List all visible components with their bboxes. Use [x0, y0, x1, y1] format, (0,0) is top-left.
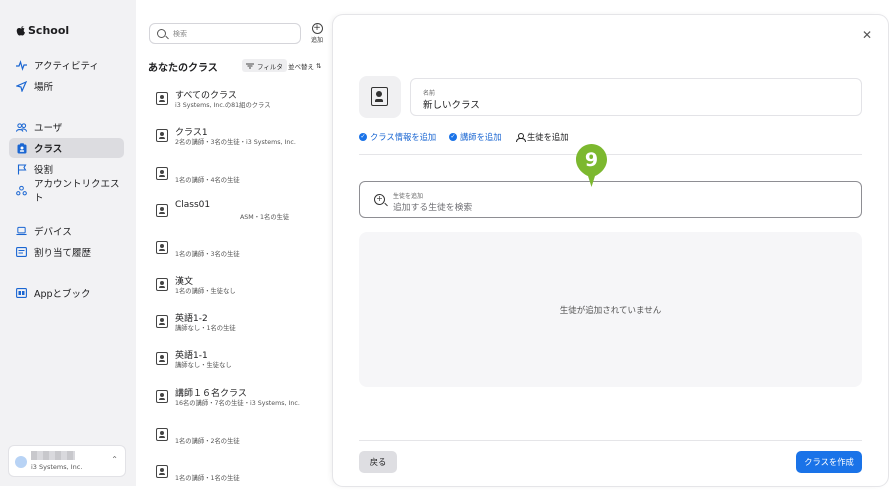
plus-circle-icon: +: [311, 23, 323, 34]
add-student-label: 生徒を追加: [393, 193, 424, 200]
class-icon: [156, 167, 168, 180]
add-student-placeholder: 追加する生徒を検索: [393, 203, 473, 213]
class-icon: [156, 129, 168, 142]
list-item-subtitle: 講師なし・1名の生徒: [175, 325, 236, 332]
class-icon: [371, 87, 388, 106]
class-icon: [16, 142, 27, 154]
account-switcher[interactable]: i3 Systems, Inc. ⌃: [8, 445, 126, 477]
list-item-subtitle: 1名の講師・1名の生徒: [175, 475, 240, 482]
add-student-search-input[interactable]: + 生徒を追加 追加する生徒を検索: [359, 181, 862, 218]
apple-logo-icon: [16, 26, 25, 36]
step-add-students[interactable]: 生徒を追加: [516, 131, 569, 143]
sidebar-item-label: Appとブック: [34, 289, 91, 300]
sidebar-item-devices[interactable]: デバイス: [9, 221, 124, 241]
search-icon: [157, 29, 166, 38]
sidebar-item-classes[interactable]: クラス: [9, 138, 124, 158]
app-logo: School: [16, 24, 69, 37]
sidebar-item-apps-books[interactable]: Appとブック: [9, 283, 124, 303]
sidebar-item-activity[interactable]: アクティビティ: [9, 55, 124, 75]
close-icon[interactable]: ✕: [862, 28, 872, 42]
step-label: 講師を追加: [460, 132, 502, 142]
class-name-value: 新しいクラス: [423, 100, 480, 111]
back-button[interactable]: 戻る: [359, 451, 397, 473]
sidebar-item-label: アカウントリクエスト: [34, 179, 120, 204]
users-icon: [16, 122, 27, 133]
list-item-subtitle: 1名の講師・3名の生徒: [175, 251, 240, 258]
list-item-subtitle: 講師なし・生徒なし: [175, 362, 232, 369]
class-icon: [156, 278, 168, 291]
class-icon: [156, 241, 168, 254]
class-image-button[interactable]: [359, 76, 401, 118]
flag-icon: [16, 163, 27, 175]
account-org: i3 Systems, Inc.: [31, 463, 83, 471]
sidebar-item-account-requests[interactable]: アカウントリクエスト: [9, 179, 124, 204]
create-class-button[interactable]: クラスを作成: [796, 451, 862, 473]
location-icon: [16, 80, 27, 92]
empty-message: 生徒が追加されていません: [559, 305, 662, 316]
sidebar-item-label: アクティビティ: [34, 61, 99, 72]
step-label: 生徒を追加: [527, 132, 569, 142]
class-icon: [156, 315, 168, 328]
empty-students-area: 生徒が追加されていません: [359, 232, 862, 387]
divider: [359, 440, 862, 441]
account-name-redacted: [31, 451, 75, 460]
sidebar-item-label: 割り当て履歴: [34, 248, 92, 259]
marker-number: 9: [585, 149, 598, 171]
avatar: [15, 456, 27, 468]
sort-label: 並べ替え: [288, 62, 314, 71]
class-icon: [156, 92, 168, 105]
list-item-subtitle: i3 Systems, Inc.の81組のクラス: [175, 102, 271, 109]
list-item-subtitle: 16名の講師・7名の生徒・i3 Systems, Inc.: [175, 400, 300, 407]
checkmark-icon: ✓: [449, 133, 457, 141]
activity-icon: [16, 59, 27, 71]
checkmark-icon: ✓: [359, 133, 367, 141]
app-name: School: [28, 24, 70, 37]
filter-label: フィルタ: [257, 62, 283, 71]
step-label: クラス情報を追加: [370, 132, 437, 142]
list-item-subtitle: 2名の講師・3名の生徒・i3 Systems, Inc.: [175, 139, 296, 146]
step-marker: 9: [575, 143, 608, 189]
list-item-subtitle: 1名の講師・2名の生徒: [175, 438, 240, 445]
step-add-teachers[interactable]: ✓ 講師を追加: [449, 131, 502, 143]
list-item-title: Class01: [175, 200, 211, 210]
apps-books-icon: [16, 288, 27, 299]
list-item-subtitle: 1名の講師・4名の生徒: [175, 177, 240, 184]
list-title: あなたのクラス: [148, 63, 218, 74]
map-pin-icon: 9: [576, 144, 607, 187]
sidebar-item-label: 役割: [34, 165, 54, 176]
sort-arrows-icon: ⇅: [316, 61, 322, 70]
filter-icon: [246, 63, 254, 68]
class-name-label: 名前: [423, 90, 436, 97]
search-placeholder: 検索: [173, 29, 187, 38]
class-icon: [156, 204, 168, 217]
filter-button[interactable]: フィルタ: [242, 59, 287, 72]
chevron-updown-icon: ⌃: [111, 455, 118, 464]
sidebar-item-locations[interactable]: 場所: [9, 76, 124, 96]
sidebar-item-label: 場所: [34, 82, 54, 93]
add-class-button[interactable]: + 追加: [307, 23, 327, 44]
class-icon: [156, 390, 168, 403]
sidebar-item-label: デバイス: [34, 227, 72, 238]
divider: [359, 154, 862, 155]
person-icon: [516, 133, 526, 142]
add-label: 追加: [310, 37, 323, 44]
account-request-icon: [16, 185, 27, 196]
sort-button[interactable]: 並べ替え ⇅: [284, 59, 325, 72]
sidebar-item-label: クラス: [34, 144, 63, 155]
class-icon: [156, 465, 168, 478]
search-input[interactable]: 検索: [149, 23, 301, 44]
zoom-in-icon: +: [374, 194, 385, 205]
class-icon: [156, 352, 168, 365]
list-item-subtitle: 1名の講師・生徒なし: [175, 288, 236, 295]
class-icon: [156, 428, 168, 441]
class-name-field[interactable]: 名前 新しいクラス: [410, 78, 862, 116]
step-class-info[interactable]: ✓ クラス情報を追加: [359, 131, 436, 143]
history-icon: [16, 247, 27, 258]
list-item-subtitle: ASM・1名の生徒: [240, 214, 290, 221]
sidebar-item-label: ユーザ: [34, 123, 63, 134]
sidebar-item-users[interactable]: ユーザ: [9, 117, 124, 137]
sidebar-item-assignment-history[interactable]: 割り当て履歴: [9, 242, 124, 262]
laptop-icon: [16, 226, 27, 237]
